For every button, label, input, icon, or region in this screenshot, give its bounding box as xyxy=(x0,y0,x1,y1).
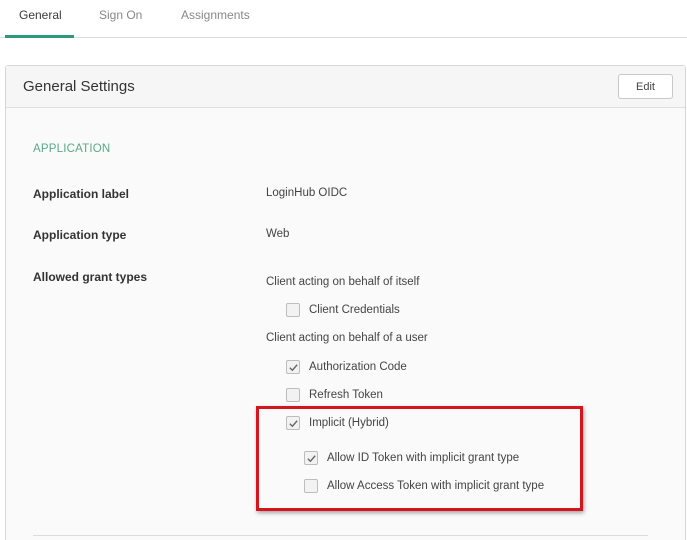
allow-id-token-checkbox[interactable] xyxy=(304,451,318,465)
allow-id-token-checkbox-row[interactable]: Allow ID Token with implicit grant type xyxy=(304,451,519,465)
panel-title: General Settings xyxy=(23,78,135,95)
implicit-hybrid-checkbox-row[interactable]: Implicit (Hybrid) xyxy=(286,416,389,430)
section-title-application: APPLICATION xyxy=(33,143,111,155)
authorization-code-checkbox-row[interactable]: Authorization Code xyxy=(286,360,407,374)
refresh-token-checkbox-row[interactable]: Refresh Token xyxy=(286,388,383,402)
refresh-token-label: Refresh Token xyxy=(309,389,383,401)
checkmark-icon xyxy=(288,419,298,427)
grant-group-self-heading: Client acting on behalf of itself xyxy=(266,276,420,288)
application-type-label: Application type xyxy=(33,228,127,242)
panel-header: General Settings Edit xyxy=(6,66,685,108)
client-credentials-label: Client Credentials xyxy=(309,304,400,316)
authorization-code-checkbox[interactable] xyxy=(286,360,300,374)
active-tab-indicator xyxy=(5,35,74,38)
grant-group-user-heading: Client acting on behalf of a user xyxy=(266,332,428,344)
tab-assignments[interactable]: Assignments xyxy=(181,8,250,22)
authorization-code-label: Authorization Code xyxy=(309,361,407,373)
edit-button[interactable]: Edit xyxy=(618,74,673,99)
tab-bar: General Sign On Assignments xyxy=(0,0,687,38)
client-credentials-checkbox-row[interactable]: Client Credentials xyxy=(286,303,400,317)
client-credentials-checkbox[interactable] xyxy=(286,303,300,317)
checkmark-icon xyxy=(288,363,298,371)
allowed-grant-types-label: Allowed grant types xyxy=(33,270,148,284)
implicit-hybrid-checkbox[interactable] xyxy=(286,416,300,430)
allow-access-token-checkbox-row[interactable]: Allow Access Token with implicit grant t… xyxy=(304,479,544,493)
application-label-value: LoginHub OIDC xyxy=(266,187,348,199)
allow-id-token-label: Allow ID Token with implicit grant type xyxy=(327,452,520,464)
tab-general[interactable]: General xyxy=(19,8,62,22)
refresh-token-checkbox[interactable] xyxy=(286,388,300,402)
checkmark-icon xyxy=(306,454,316,462)
application-type-value: Web xyxy=(266,228,290,240)
allow-access-token-label: Allow Access Token with implicit grant t… xyxy=(327,480,545,492)
allow-access-token-checkbox[interactable] xyxy=(304,479,318,493)
section-divider xyxy=(33,535,648,536)
tab-sign-on[interactable]: Sign On xyxy=(99,8,142,22)
application-label-label: Application label xyxy=(33,187,130,201)
implicit-hybrid-label: Implicit (Hybrid) xyxy=(309,417,389,429)
